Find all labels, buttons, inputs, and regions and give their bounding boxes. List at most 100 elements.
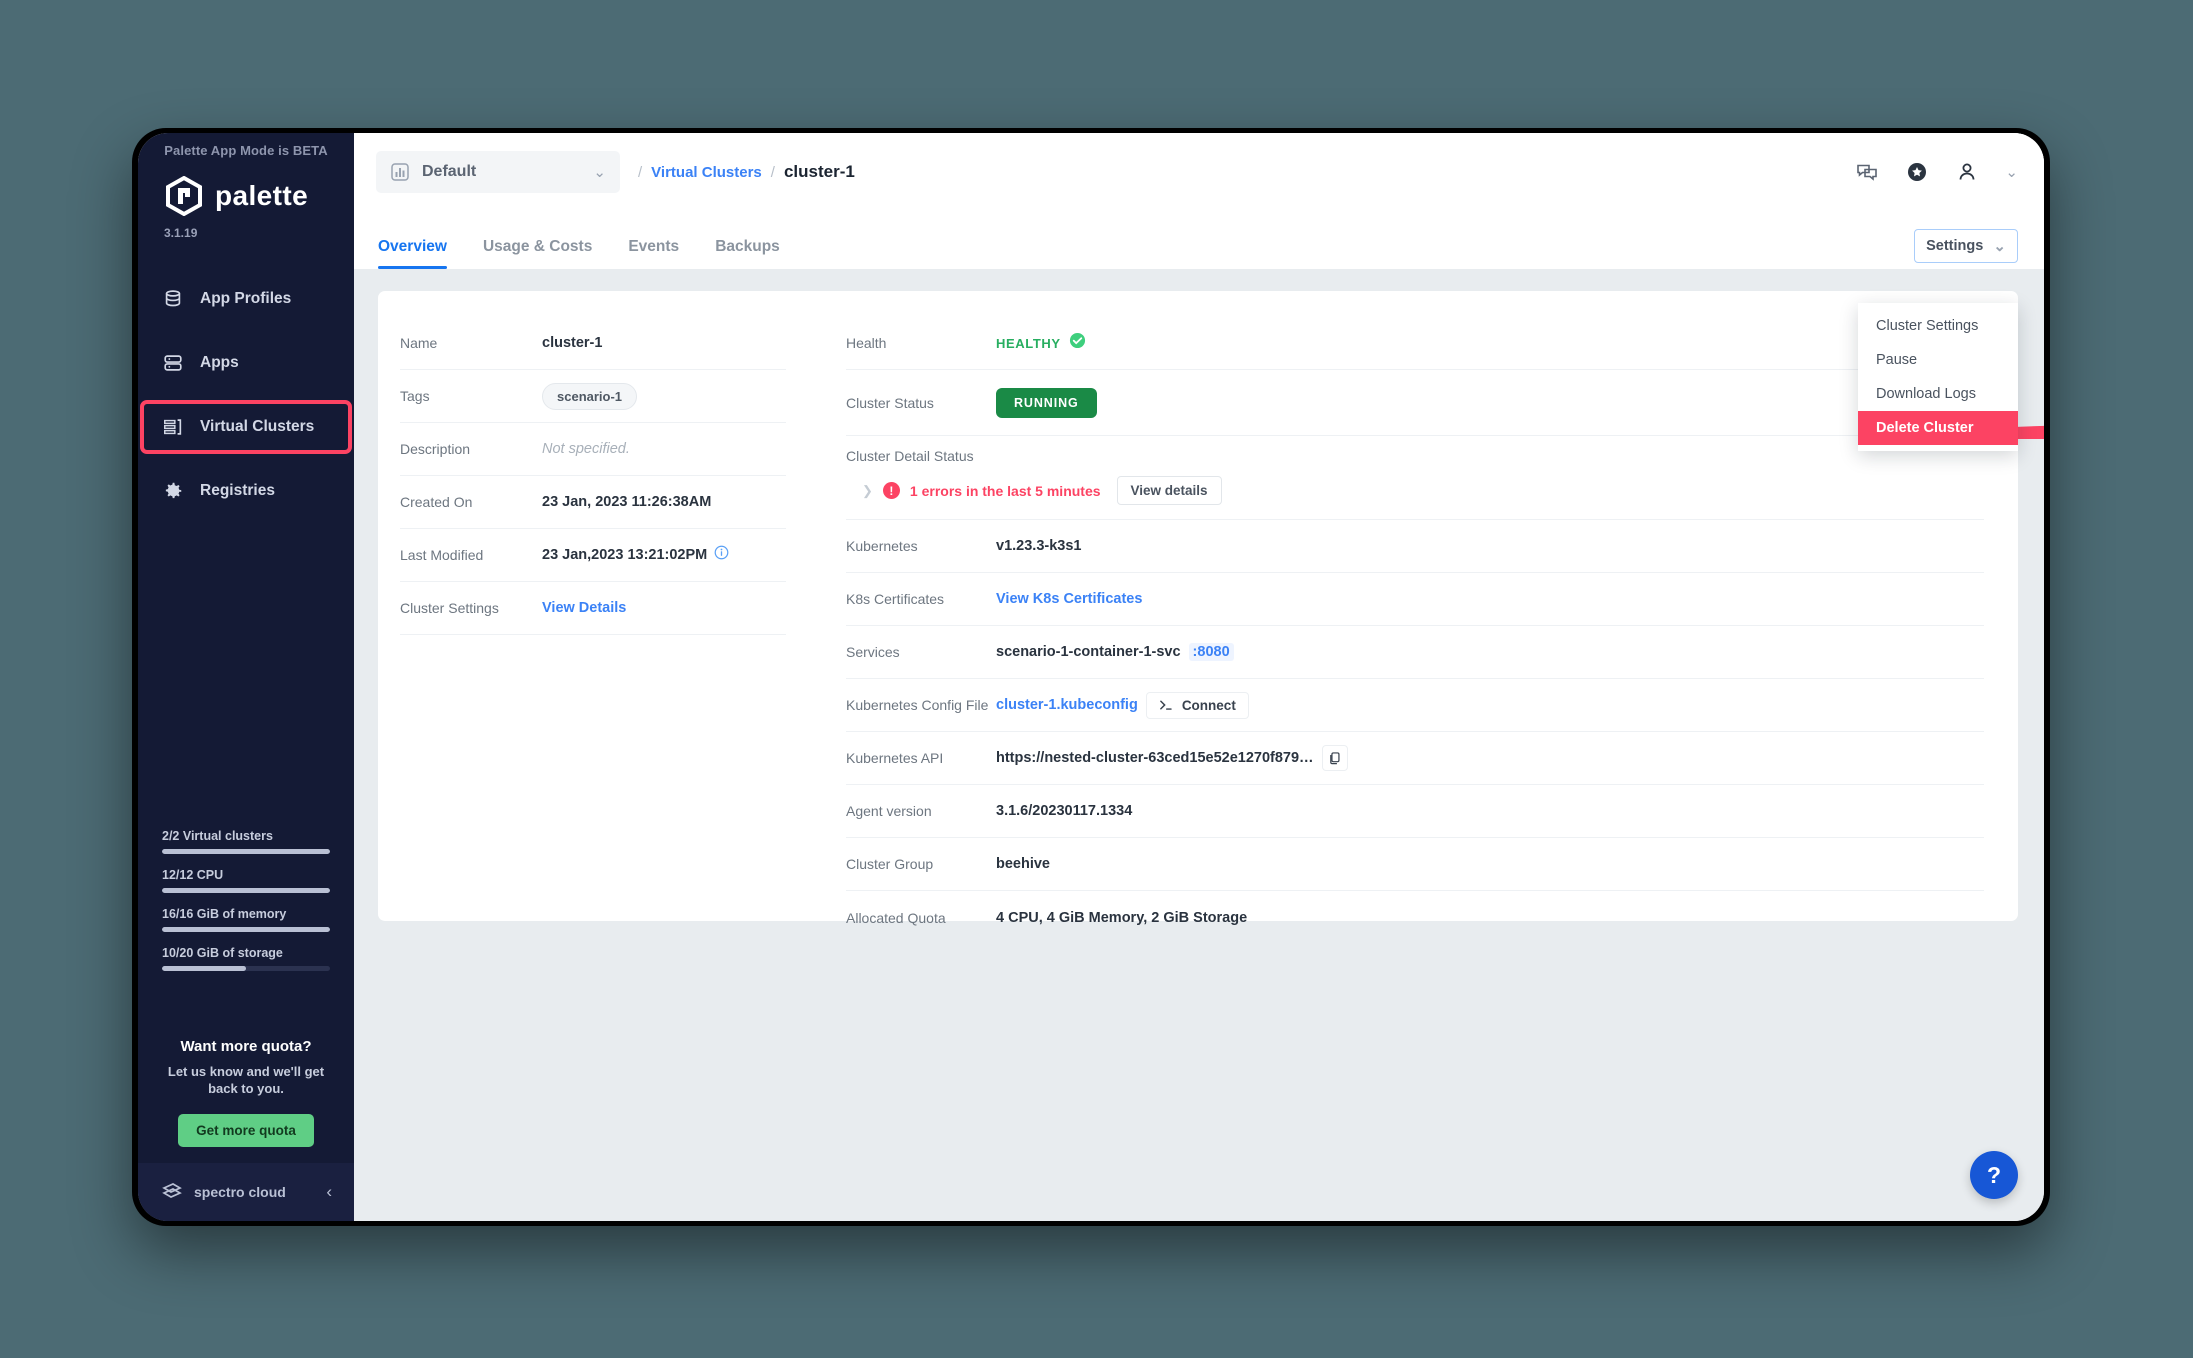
quota-label: 16/16 GiB of memory [162,907,287,921]
project-selector[interactable]: Default ⌄ [376,151,620,193]
view-details-button[interactable]: View details [1116,476,1222,505]
row-value: beehive [996,856,1050,872]
sidebar-footer: spectro cloud ‹ [138,1163,354,1221]
row-created-on: Created On 23 Jan, 2023 11:26:38AM [400,476,786,529]
sidebar-item-app-profiles[interactable]: App Profiles [138,276,354,322]
user-menu-chevron-down-icon[interactable]: ⌄ [2005,163,2018,181]
service-port-link[interactable]: :8080 [1188,643,1234,661]
row-allocated-quota: Allocated Quota 4 CPU, 4 GiB Memory, 2 G… [846,891,1984,944]
settings-button-label: Settings [1926,238,1984,254]
sidebar-nav: App Profiles Apps Virtual Clusters Regis… [138,276,354,514]
sidebar-item-label: Apps [200,354,239,371]
row-cluster-settings: Cluster Settings View Details [400,582,786,635]
view-details-link[interactable]: View Details [542,600,626,616]
row-kubernetes-api: Kubernetes API https://nested-cluster-63… [846,732,1984,785]
project-name: Default [422,163,477,180]
quota-track [162,966,330,971]
quota-cta-subtitle: Let us know and we'll get back to you. [167,1063,325,1097]
overview-card: Name cluster-1 Tags scenario-1 Descripti… [378,291,2018,926]
tabs-bar: Overview Usage & Costs Events Backups Se… [354,211,2044,451]
sidebar-item-apps[interactable]: Apps [138,340,354,386]
view-k8s-certificates-link[interactable]: View K8s Certificates [996,591,1142,607]
menu-item-pause[interactable]: Pause [1858,343,2018,377]
menu-item-download-logs[interactable]: Download Logs [1858,377,2018,411]
connect-button-label: Connect [1181,697,1236,713]
chat-icon[interactable] [1855,160,1879,184]
row-cluster-group: Cluster Group beehive [846,838,1984,891]
row-value: Not specified. [542,441,630,457]
brand-logo: palette [138,162,354,216]
settings-button[interactable]: Settings ⌄ [1914,229,2018,263]
row-agent-version: Agent version 3.1.6/20230117.1334 [846,785,1984,838]
row-label: Health [846,335,887,351]
tab-usage-costs[interactable]: Usage & Costs [483,238,592,269]
sidebar-item-label: Virtual Clusters [200,418,315,435]
error-icon: ! [882,482,900,499]
connect-button[interactable]: Connect [1145,691,1249,719]
sidebar-item-virtual-clusters[interactable]: Virtual Clusters [140,400,352,454]
row-label: Cluster Group [846,856,934,872]
row-label: Services [846,644,900,660]
quota-cta: Want more quota? Let us know and we'll g… [138,1038,354,1147]
breadcrumb-separator: / [770,163,775,181]
cluster-detail-status: Cluster Detail Status ❯ ! 1 errors in th… [846,436,1984,520]
tag-badge: scenario-1 [542,382,638,410]
row-label: Last Modified [400,547,484,563]
gear-icon [165,482,182,499]
info-icon[interactable] [714,545,729,565]
sidebar-item-label: Registries [200,482,275,499]
row-tags: Tags scenario-1 [400,370,786,423]
tab-events[interactable]: Events [628,238,679,269]
detail-status-label: Cluster Detail Status [846,448,974,464]
row-value: 23 Jan,2023 13:21:02PM [542,547,708,563]
tab-backups[interactable]: Backups [715,238,780,269]
tab-overview[interactable]: Overview [378,238,447,269]
palette-logo-icon [166,176,202,216]
quota-label: 10/20 GiB of storage [162,946,283,960]
quota-cta-title: Want more quota? [180,1037,312,1055]
spectro-cloud-label: spectro cloud [194,1184,286,1200]
quota-row: 10/20 GiB of storage [162,946,330,971]
overview-left-column: Name cluster-1 Tags scenario-1 Descripti… [400,317,812,921]
row-value: 4 CPU, 4 GiB Memory, 2 GiB Storage [996,909,1248,926]
topbar-icons: ⌄ [1855,160,2018,184]
collapse-sidebar-button[interactable]: ‹ [326,1182,332,1202]
breadcrumb-current: cluster-1 [783,162,855,181]
get-more-quota-button[interactable]: Get more quota [178,1114,314,1147]
row-kubeconfig: Kubernetes Config File cluster-1.kubecon… [846,679,1984,732]
kubeconfig-download-link[interactable]: cluster-1.kubeconfig [996,697,1138,713]
row-value: 3.1.6/20230117.1334 [996,803,1133,819]
row-label: Description [400,441,471,457]
row-last-modified: Last Modified 23 Jan,2023 13:21:02PM [400,529,786,582]
sidebar-item-registries[interactable]: Registries [138,468,354,514]
brand-name: palette [215,180,309,211]
detail-status-row: ❯ ! 1 errors in the last 5 minutes View … [846,476,1984,505]
quota-label: 2/2 Virtual clusters [162,829,273,843]
menu-item-cluster-settings[interactable]: Cluster Settings [1858,309,2018,343]
quota-row: 2/2 Virtual clusters [162,829,330,854]
row-name: Name cluster-1 [400,317,786,370]
quota-fill [162,927,330,932]
row-label: Kubernetes [846,538,918,554]
user-icon[interactable] [1955,160,1979,184]
help-button[interactable]: ? [1970,1151,2018,1199]
quota-track [162,888,330,893]
row-label: Cluster Settings [400,600,499,616]
project-chart-icon [391,163,409,181]
copy-icon[interactable] [1321,745,1348,771]
beta-banner: Palette App Mode is BETA [164,143,328,158]
quota-usage-list: 2/2 Virtual clusters 12/12 CPU 16/16 GiB… [138,829,354,985]
row-label: Allocated Quota [846,909,946,926]
terminal-icon [1159,700,1172,710]
settings-star-icon[interactable] [1905,160,1929,184]
menu-item-delete-cluster[interactable]: Delete Cluster [1858,411,2018,445]
row-services: Services scenario-1-container-1-svc :808… [846,626,1984,679]
breadcrumb-link-virtual-clusters[interactable]: Virtual Clusters [651,164,762,181]
chevron-down-icon: ⌄ [1993,238,2006,255]
main-area: Default ⌄ / Virtual Clusters / cluster-1 [354,133,2044,1221]
quota-track [162,927,330,932]
expand-chevron-right-icon[interactable]: ❯ [862,483,873,499]
quota-track [162,849,330,854]
chevron-down-icon: ⌄ [593,164,606,181]
app-window: Palette App Mode is BETA palette 3.1.19 … [138,133,2044,1221]
